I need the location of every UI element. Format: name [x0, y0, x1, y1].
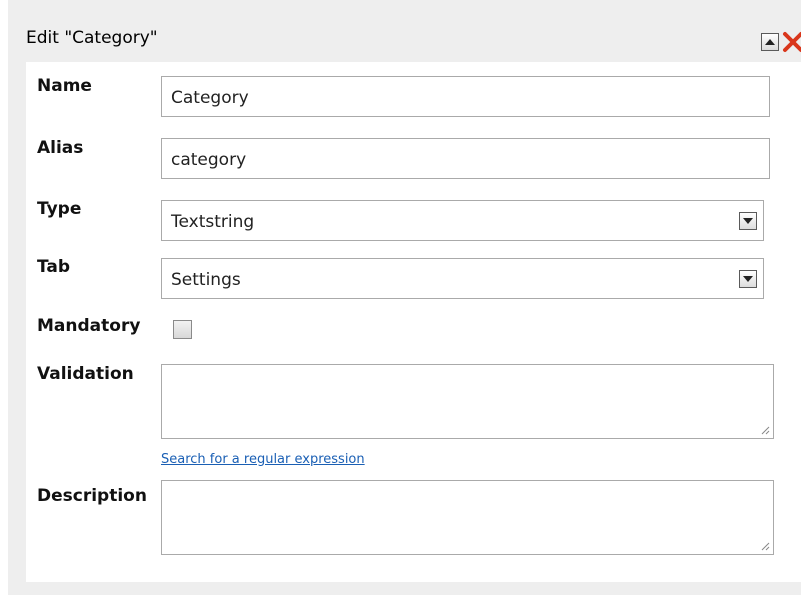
chevron-down-icon [743, 276, 753, 282]
type-label: Type [37, 199, 82, 219]
edit-property-panel: Edit "Category" Name Category Alias cate… [8, 0, 801, 595]
validation-label: Validation [37, 364, 134, 384]
mandatory-checkbox[interactable] [173, 320, 192, 339]
property-form: Name Category Alias category Type Textst… [26, 62, 801, 582]
tab-label: Tab [37, 257, 71, 277]
description-label: Description [37, 486, 147, 506]
name-label: Name [37, 76, 92, 96]
type-dropdown-button[interactable] [739, 212, 757, 230]
tab-dropdown-button[interactable] [739, 270, 757, 288]
tab-select-value: Settings [171, 270, 241, 290]
type-select[interactable]: Textstring [161, 200, 764, 241]
caret-up-icon [765, 39, 775, 45]
tab-select[interactable]: Settings [161, 258, 764, 299]
regex-search-link[interactable]: Search for a regular expression [161, 452, 365, 467]
mandatory-label: Mandatory [37, 316, 141, 336]
resize-grip-icon[interactable] [760, 425, 770, 435]
type-select-value: Textstring [171, 212, 255, 232]
panel-header: Edit "Category" [8, 8, 801, 54]
alias-input[interactable]: category [161, 138, 770, 179]
panel-title: Edit "Category" [26, 28, 158, 48]
close-button[interactable] [782, 31, 801, 53]
alias-label: Alias [37, 138, 84, 158]
name-input[interactable]: Category [161, 76, 770, 117]
close-x-icon [783, 32, 801, 52]
collapse-button[interactable] [761, 33, 779, 51]
resize-grip-icon[interactable] [760, 541, 770, 551]
validation-textarea[interactable] [161, 364, 774, 439]
description-textarea[interactable] [161, 480, 774, 555]
chevron-down-icon [743, 218, 753, 224]
